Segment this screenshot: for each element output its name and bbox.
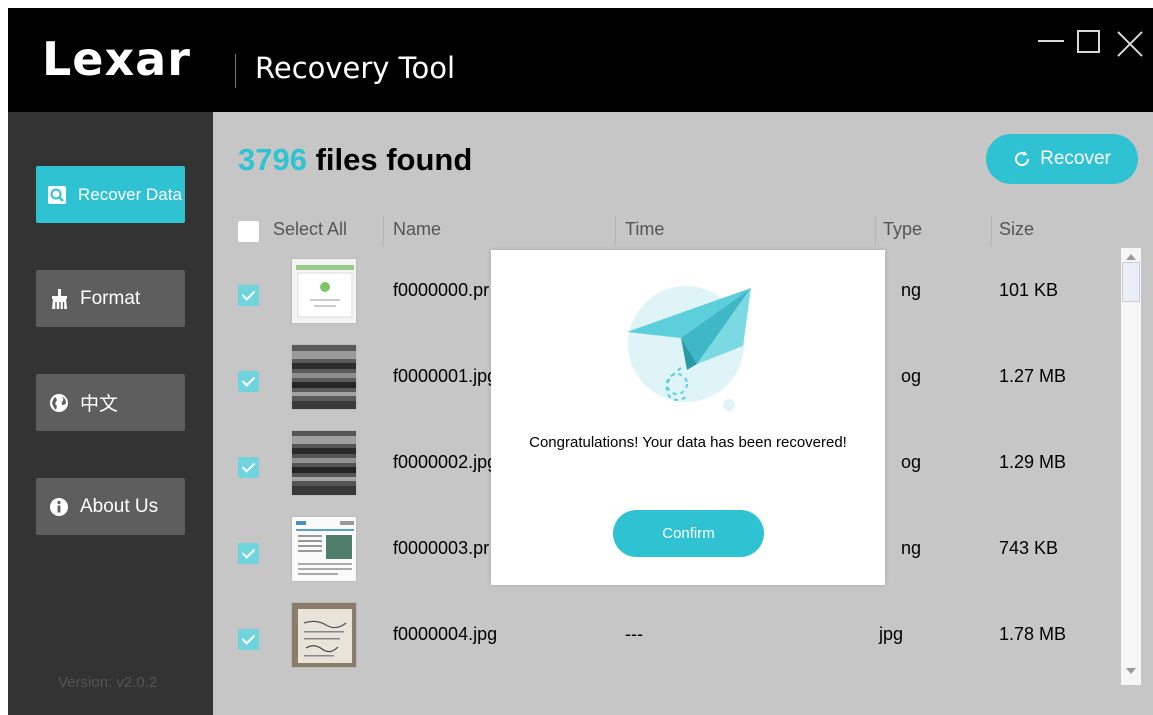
sidebar-item-language[interactable]: 中文 bbox=[36, 374, 185, 431]
sidebar-item-recover-data[interactable]: Recover Data bbox=[36, 166, 185, 223]
sidebar-item-label: 中文 bbox=[80, 394, 119, 415]
file-type: og bbox=[901, 366, 922, 386]
file-thumbnail bbox=[291, 258, 357, 324]
app-window: Lexar Recovery Tool Recover Data Format … bbox=[8, 8, 1153, 715]
sidebar-item-label: Recover Data bbox=[78, 184, 182, 204]
row-checkbox[interactable] bbox=[238, 285, 259, 306]
scroll-up-arrow[interactable] bbox=[1126, 254, 1136, 260]
column-header-name[interactable]: Name bbox=[393, 219, 441, 240]
files-found-text: files found bbox=[306, 142, 473, 177]
sidebar-item-label: About Us bbox=[80, 495, 159, 517]
select-all-checkbox[interactable] bbox=[238, 221, 259, 242]
file-name: f0000003.pr bbox=[393, 538, 490, 558]
file-size: 1.29 MB bbox=[999, 452, 1067, 472]
table-row[interactable]: f0000004.jpg --- jpg 1.78 MB bbox=[213, 602, 1123, 688]
files-count: 3796 bbox=[238, 142, 307, 177]
file-size: 1.27 MB bbox=[999, 366, 1067, 386]
files-found-heading: 3796 files found bbox=[238, 142, 472, 178]
column-separator bbox=[615, 216, 616, 246]
row-checkbox[interactable] bbox=[238, 457, 259, 478]
file-name: f0000004.jpg bbox=[393, 624, 498, 644]
globe-icon bbox=[48, 392, 70, 414]
file-thumbnail bbox=[291, 516, 357, 582]
column-separator bbox=[875, 216, 876, 246]
recover-button-label: Recover bbox=[1040, 148, 1111, 169]
title-bar: Lexar Recovery Tool bbox=[8, 8, 1153, 112]
recover-data-icon bbox=[46, 184, 68, 206]
row-checkbox[interactable] bbox=[238, 371, 259, 392]
dialog-message: Congratulations! Your data has been reco… bbox=[529, 434, 847, 451]
column-header-type[interactable]: Type bbox=[883, 219, 922, 240]
paper-plane-icon bbox=[611, 272, 771, 422]
column-header-size[interactable]: Size bbox=[999, 219, 1034, 240]
file-thumbnail bbox=[291, 602, 357, 668]
file-name: f0000002.jpg bbox=[393, 452, 498, 472]
select-all-label: Select All bbox=[273, 219, 348, 239]
title-separator bbox=[235, 54, 236, 88]
file-size: 1.78 MB bbox=[999, 624, 1067, 644]
file-time: --- bbox=[625, 624, 643, 644]
version-label: Version: v2.0.2 bbox=[58, 674, 158, 691]
recover-button[interactable]: Recover bbox=[986, 134, 1138, 184]
file-type: ng bbox=[901, 280, 922, 300]
row-checkbox[interactable] bbox=[238, 629, 259, 650]
file-type: og bbox=[901, 452, 922, 472]
info-icon bbox=[48, 496, 70, 518]
close-button[interactable] bbox=[1116, 30, 1144, 58]
column-header-time[interactable]: Time bbox=[625, 219, 664, 240]
file-name: f0000000.pr bbox=[393, 280, 490, 300]
refresh-icon bbox=[1015, 151, 1030, 167]
confirm-button[interactable]: Confirm bbox=[613, 510, 764, 557]
sidebar: Recover Data Format 中文 About Us Version:… bbox=[8, 112, 213, 715]
sidebar-item-label: Format bbox=[80, 287, 141, 309]
sidebar-item-about-us[interactable]: About Us bbox=[36, 478, 185, 535]
scrollbar[interactable] bbox=[1121, 248, 1141, 685]
scroll-down-arrow[interactable] bbox=[1126, 668, 1136, 674]
row-checkbox[interactable] bbox=[238, 543, 259, 564]
file-size: 743 KB bbox=[999, 538, 1059, 558]
recovery-complete-dialog: Congratulations! Your data has been reco… bbox=[491, 250, 885, 585]
broom-icon bbox=[48, 288, 70, 310]
column-separator bbox=[991, 216, 992, 246]
scrollbar-thumb[interactable] bbox=[1122, 262, 1140, 302]
file-thumbnail bbox=[291, 430, 357, 496]
app-title: Recovery Tool bbox=[255, 51, 456, 85]
lexar-logo: Lexar bbox=[42, 32, 191, 86]
minimize-button[interactable] bbox=[1038, 28, 1064, 54]
column-separator bbox=[383, 216, 384, 246]
file-size: 101 KB bbox=[999, 280, 1059, 300]
file-type: jpg bbox=[879, 624, 904, 644]
sidebar-item-format[interactable]: Format bbox=[36, 270, 185, 327]
file-name: f0000001.jpg bbox=[393, 366, 498, 386]
file-type: ng bbox=[901, 538, 922, 558]
maximize-button[interactable] bbox=[1077, 30, 1100, 53]
file-thumbnail bbox=[291, 344, 357, 410]
